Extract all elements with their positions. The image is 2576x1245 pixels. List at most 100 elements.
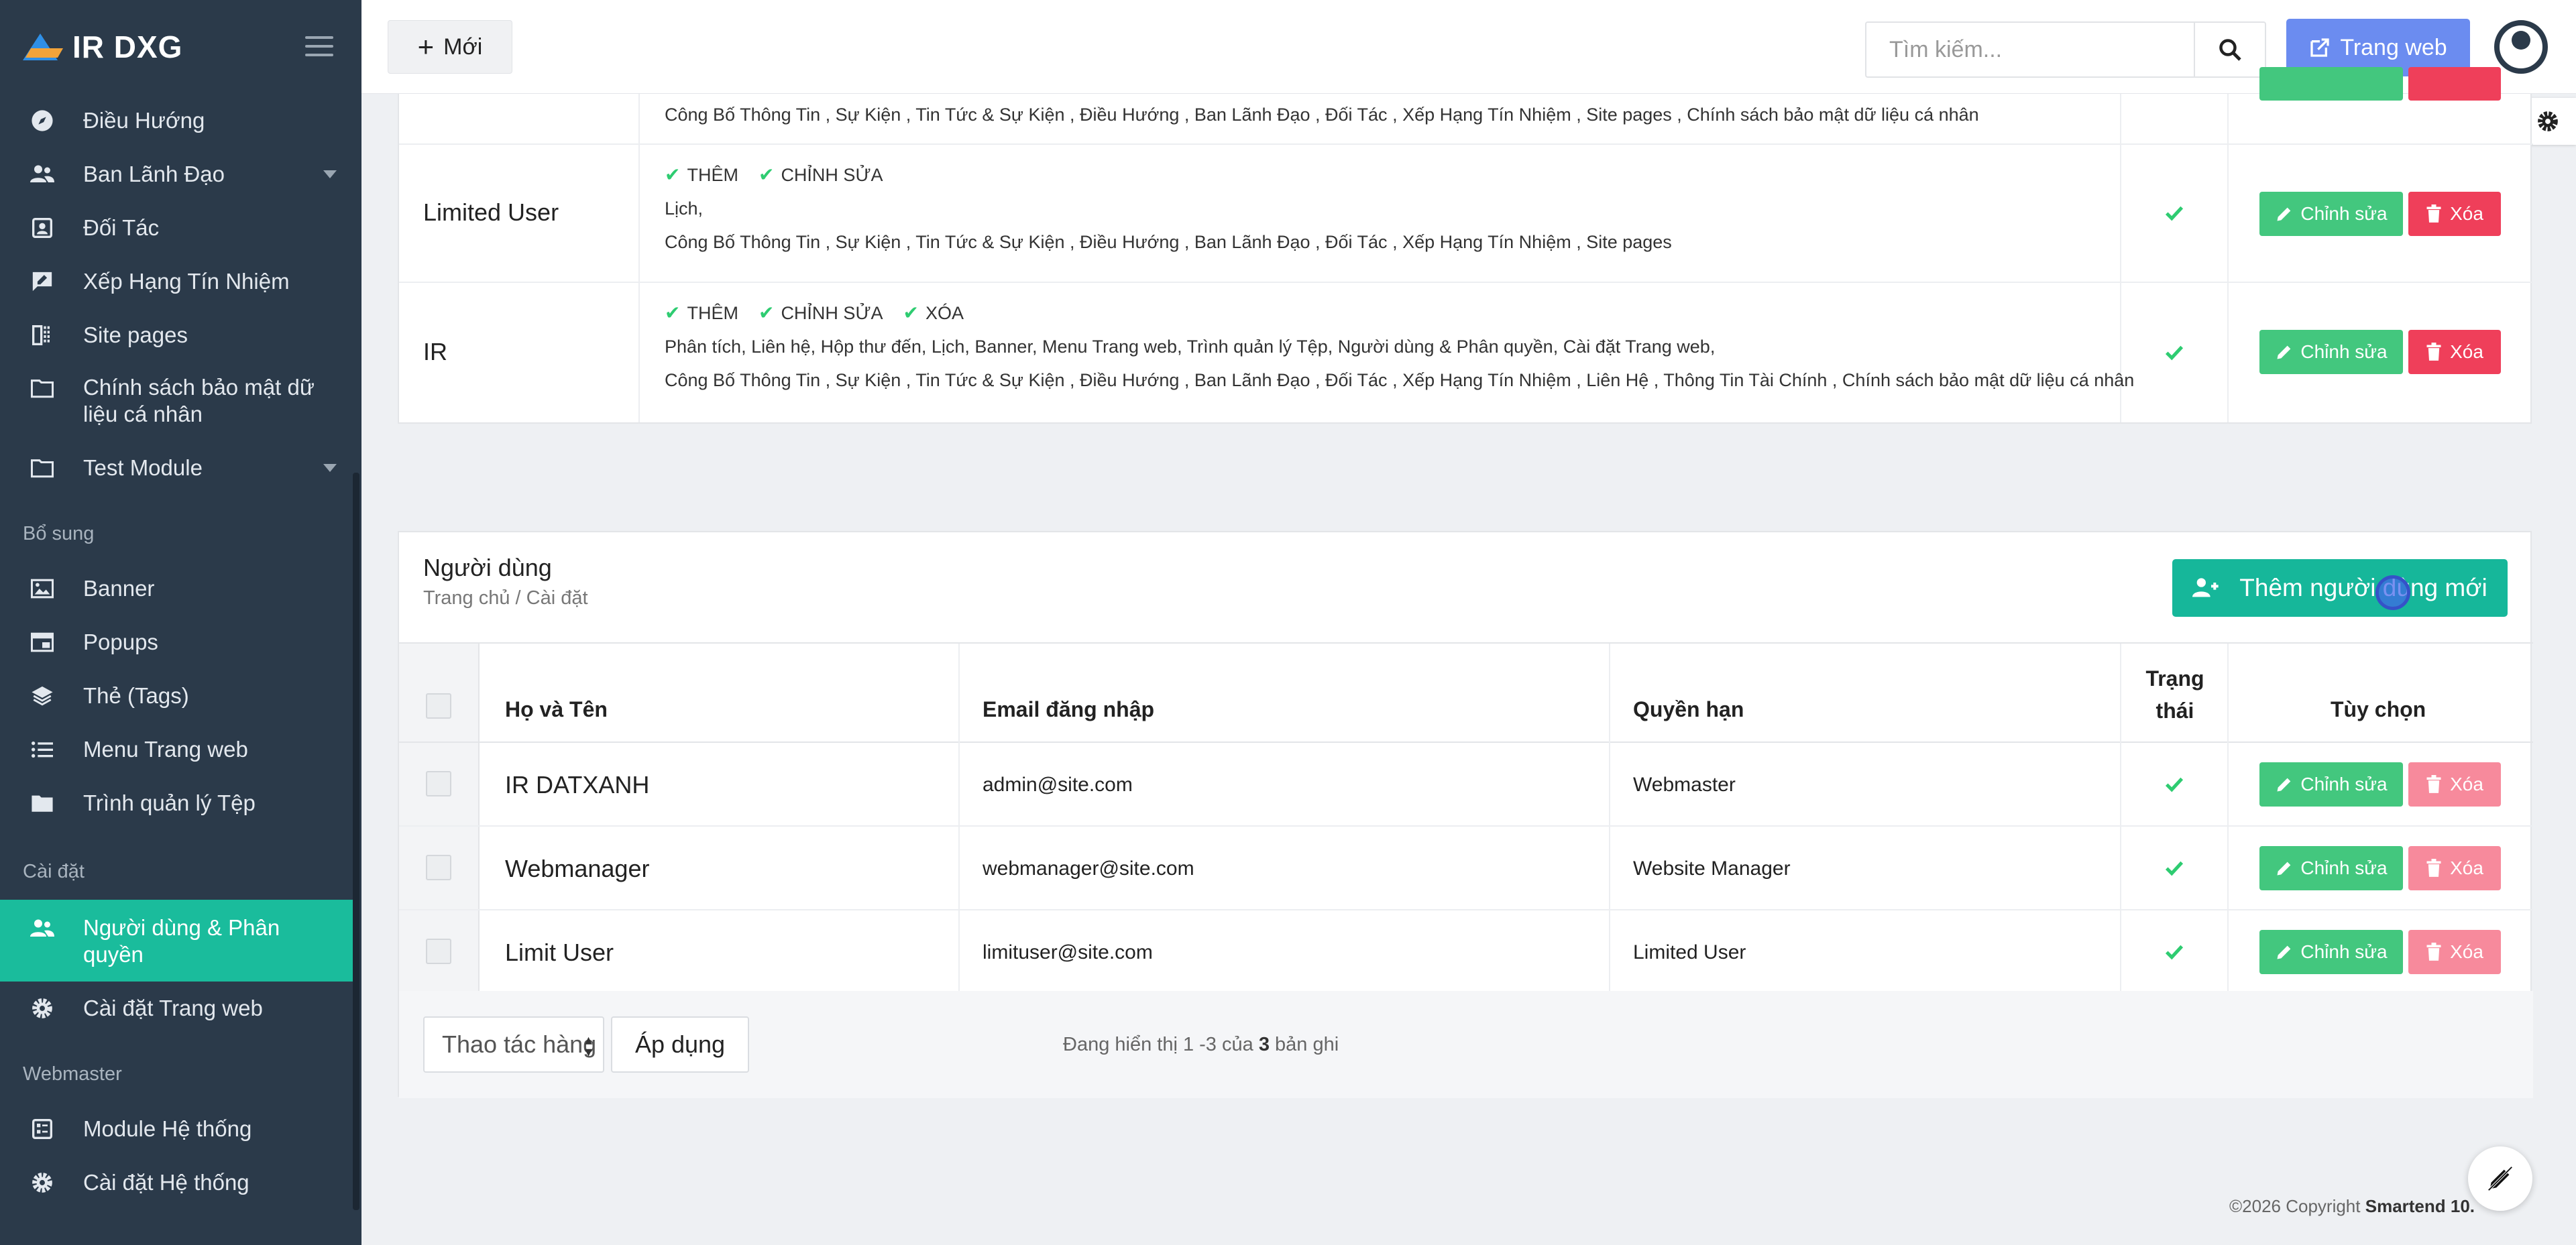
id-card-icon xyxy=(30,215,55,241)
edit-button[interactable]: Chỉnh sửa xyxy=(2259,930,2403,974)
section-label-settings: Cài đặt xyxy=(23,861,85,882)
sidebar-item-label: Menu Trang web xyxy=(83,737,248,762)
check-icon: ✔ xyxy=(665,302,681,323)
folder-icon xyxy=(30,375,55,401)
plus-icon: + xyxy=(417,31,435,62)
column-header-role[interactable]: Quyền hạn xyxy=(1633,697,1744,722)
edit-button[interactable]: Chỉnh sửa xyxy=(2259,330,2403,374)
sidebar-item-credit-rating[interactable]: Xếp Hạng Tín Nhiệm xyxy=(0,255,353,308)
edit-button[interactable]: Chỉnh sửa xyxy=(2259,192,2403,236)
sidebar-item-tags[interactable]: Thẻ (Tags) xyxy=(0,669,353,723)
folder-icon xyxy=(30,455,55,481)
edit-button[interactable]: Chỉnh sửa xyxy=(2259,762,2403,807)
sidebar-item-site-pages[interactable]: Site pages xyxy=(0,308,353,362)
sidebar-item-file-manager[interactable]: Trình quản lý Tệp xyxy=(0,776,353,830)
gear-icon xyxy=(30,996,55,1021)
column-header-name[interactable]: Họ và Tên xyxy=(505,697,608,722)
column-header-email[interactable]: Email đăng nhập xyxy=(983,697,1154,722)
external-link-icon xyxy=(2310,38,2329,57)
edit-fab-button[interactable] xyxy=(2468,1146,2532,1211)
table-row[interactable]: Webmanager webmanager@site.com Website M… xyxy=(399,827,2533,910)
compass-icon xyxy=(30,108,55,133)
sidebar-item-label: Test Module xyxy=(83,455,203,480)
signature-icon xyxy=(30,269,55,294)
permission-line: Lịch, xyxy=(665,198,704,219)
sidebar-item-popups[interactable]: Popups xyxy=(0,615,353,669)
list-icon xyxy=(30,737,55,762)
pencil-slash-icon xyxy=(2486,1165,2514,1193)
add-user-button[interactable]: Thêm người dùng mới xyxy=(2172,559,2508,617)
user-name: Webmanager xyxy=(505,855,650,882)
permission-tag: ✔ THÊM xyxy=(665,296,738,330)
user-email: admin@site.com xyxy=(983,774,1133,796)
app-title: IR DXG xyxy=(72,29,183,64)
table-row[interactable]: Limit User limituser@site.com Limited Us… xyxy=(399,910,2533,994)
sidebar-item-label: Thẻ (Tags) xyxy=(83,683,189,708)
delete-button[interactable]: Xóa xyxy=(2408,192,2501,236)
sidebar-item-partners[interactable]: Đối Tác xyxy=(0,201,353,255)
user-email: webmanager@site.com xyxy=(983,857,1194,880)
sidebar-item-users-permissions[interactable]: Người dùng & Phân quyền xyxy=(0,900,353,982)
delete-button[interactable]: Xóa xyxy=(2408,330,2501,374)
sidebar-item-label: Module Hệ thống xyxy=(83,1116,252,1141)
user-role: Webmaster xyxy=(1633,774,1736,796)
cursor-indicator xyxy=(2375,575,2410,610)
sidebar-scrollbar[interactable] xyxy=(353,473,359,1210)
check-icon: ✔ xyxy=(758,302,775,323)
row-checkbox[interactable] xyxy=(426,771,451,796)
new-button[interactable]: + Mới xyxy=(388,20,512,74)
section-label-extra: Bổ sung xyxy=(23,523,95,544)
users-icon xyxy=(30,916,55,941)
sidebar-item-privacy-policy[interactable]: Chính sách bảo mật dữ liệu cá nhân xyxy=(0,362,353,437)
edit-button[interactable]: Chỉnh sửa xyxy=(2259,846,2403,890)
bulk-action-select[interactable]: Thao tác hàng loạt ▴▾ xyxy=(423,1016,604,1073)
layers-icon xyxy=(30,683,55,709)
edit-button[interactable] xyxy=(2259,67,2403,101)
sidebar-item-system-settings[interactable]: Cài đặt Hệ thống xyxy=(0,1156,353,1209)
delete-button[interactable]: Xóa xyxy=(2408,762,2501,807)
avatar[interactable] xyxy=(2494,20,2548,74)
sidebar-item-label: Banner xyxy=(83,576,155,601)
sidebar-item-banner[interactable]: Banner xyxy=(0,562,353,615)
permission-line: Công Bố Thông Tin , Sự Kiện , Tin Tức & … xyxy=(665,370,2135,390)
table-row: Công Bố Thông Tin , Sự Kiện , Tin Tức & … xyxy=(399,67,2533,145)
users-icon xyxy=(30,162,55,187)
row-checkbox[interactable] xyxy=(426,939,451,964)
top-header: + Mới Tìm kiếm... Trang web xyxy=(361,0,2576,94)
apply-button[interactable]: Áp dụng xyxy=(611,1016,749,1073)
sidebar-item-menu[interactable]: Menu Trang web xyxy=(0,723,353,776)
search-input[interactable]: Tìm kiếm... xyxy=(1865,21,2194,78)
chevron-down-icon xyxy=(323,464,337,472)
delete-button[interactable]: Xóa xyxy=(2408,846,2501,890)
menu-toggle-icon[interactable] xyxy=(305,36,333,56)
sidebar-item-leadership[interactable]: Ban Lãnh Đạo xyxy=(0,147,353,201)
sidebar-item-label: Cài đặt Trang web xyxy=(83,996,263,1020)
check-icon: ✔ xyxy=(903,302,919,323)
sidebar-item-system-modules[interactable]: Module Hệ thống xyxy=(0,1102,353,1156)
online-status-dot xyxy=(2534,62,2542,68)
pencil-icon xyxy=(2277,945,2291,959)
website-button-label: Trang web xyxy=(2340,34,2447,60)
status-check-icon xyxy=(2165,861,2184,876)
delete-button[interactable]: Xóa xyxy=(2408,930,2501,974)
table-row[interactable]: IR DATXANH admin@site.com Webmaster Chỉn… xyxy=(399,743,2533,827)
delete-button[interactable] xyxy=(2408,67,2501,101)
user-name: Limit User xyxy=(505,939,614,966)
sidebar-item-label: Chính sách bảo mật dữ liệu cá nhân xyxy=(83,375,315,426)
row-checkbox[interactable] xyxy=(426,855,451,880)
sidebar-item-website-settings[interactable]: Cài đặt Trang web xyxy=(0,982,353,1035)
trash-icon xyxy=(2426,859,2441,877)
sidebar-item-test-module[interactable]: Test Module xyxy=(0,441,353,495)
brand[interactable]: IR DXG xyxy=(0,0,361,94)
column-header-status[interactable]: Trạng thái xyxy=(2143,662,2207,727)
sidebar-item-label: Site pages xyxy=(83,322,188,347)
sidebar-item-label: Popups xyxy=(83,630,158,654)
sidebar-item-navigation[interactable]: Điều Hướng xyxy=(0,94,353,147)
folder-filled-icon xyxy=(30,790,55,816)
status-check-icon xyxy=(2165,777,2184,792)
select-all-checkbox[interactable] xyxy=(426,693,451,719)
trash-icon xyxy=(2426,943,2441,961)
sidebar-item-label: Trình quản lý Tệp xyxy=(83,790,256,815)
search-button[interactable] xyxy=(2194,21,2266,78)
table-row: IR ✔ THÊM ✔ CHỈNH SỬA ✔ XÓA Phân tích, Liên… xyxy=(399,283,2533,422)
